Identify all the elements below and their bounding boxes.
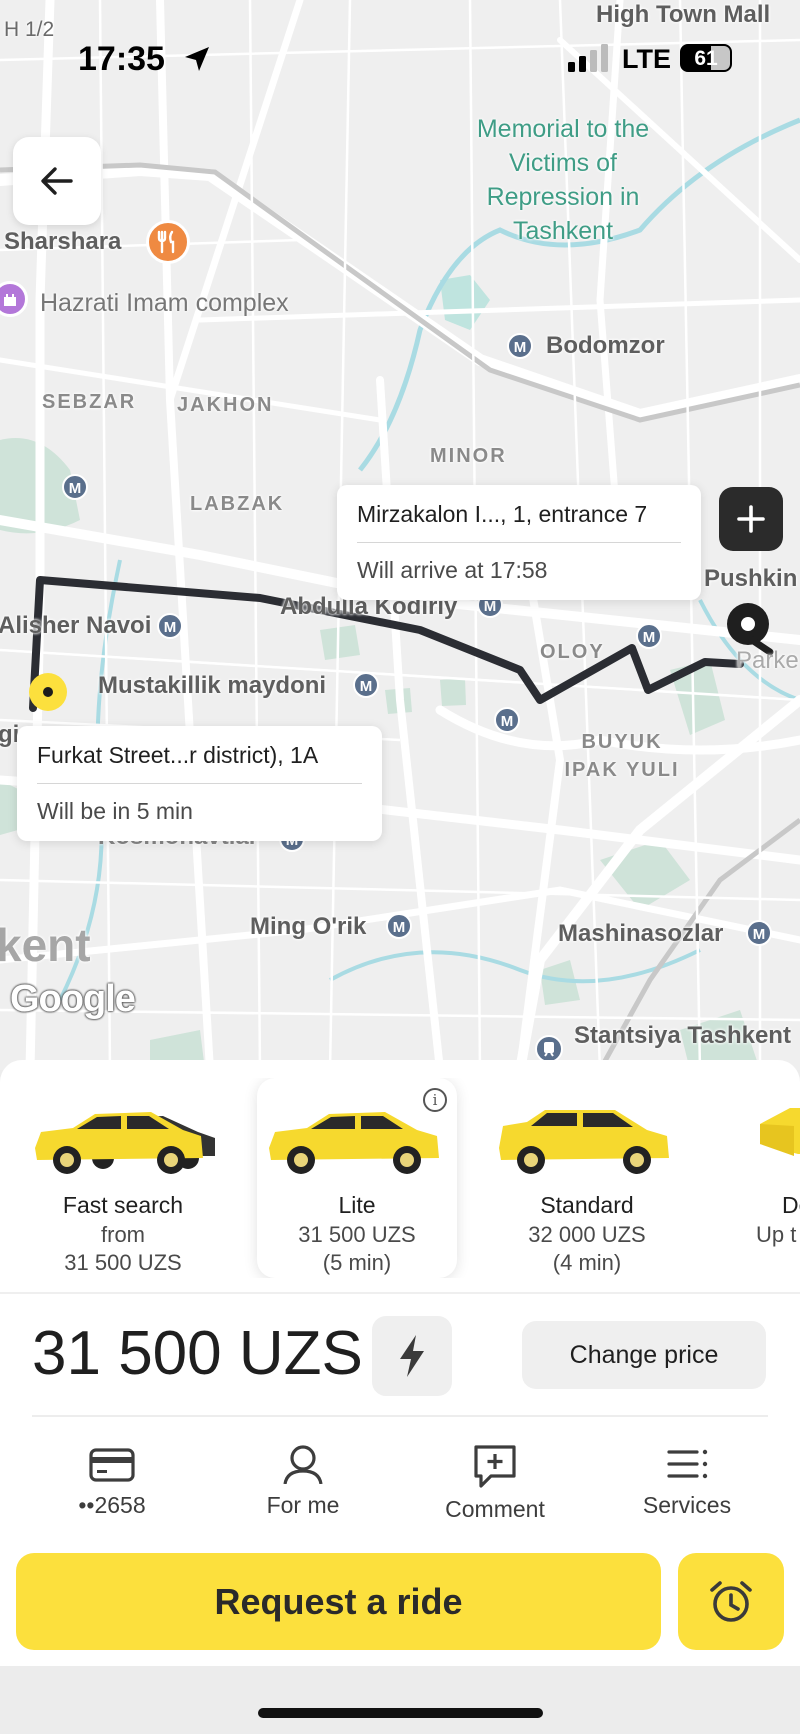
map-label: BUYUK IPAK YULI bbox=[564, 731, 680, 781]
map-label: Mashinasozlar bbox=[558, 920, 724, 947]
list-menu-icon bbox=[667, 1449, 708, 1479]
credit-card-icon bbox=[89, 1448, 135, 1482]
tariff-card-standard[interactable]: Standard 32 000 UZS (4 min) bbox=[487, 1078, 687, 1278]
tariff-price: Up t bbox=[756, 1221, 800, 1249]
ride-price: 31 500 UZS bbox=[32, 1319, 363, 1388]
map-label: SEBZAR bbox=[42, 391, 137, 413]
map-label: Hazrati Imam complex bbox=[40, 289, 289, 317]
arrow-left-icon bbox=[41, 167, 73, 195]
battery-icon: 61 bbox=[680, 44, 732, 72]
map-label: Parke bbox=[736, 647, 799, 674]
surge-button[interactable] bbox=[372, 1316, 452, 1396]
map-label: MINOR bbox=[430, 445, 507, 467]
lightning-icon bbox=[400, 1335, 424, 1377]
car-fleet-icon bbox=[35, 1112, 215, 1174]
tariff-price-line2: 31 500 UZS bbox=[64, 1250, 182, 1275]
change-price-button[interactable]: Change price bbox=[522, 1321, 766, 1389]
add-stop-button[interactable] bbox=[719, 487, 783, 551]
map-label: Ming O'rik bbox=[250, 913, 367, 940]
map-label: Alisher Navoi bbox=[0, 612, 152, 639]
for-me-label: For me bbox=[266, 1492, 340, 1518]
map-view[interactable]: H 1/2 High Town Mall Memorial to the Vic… bbox=[0, 0, 800, 1070]
tariff-name: Lite bbox=[338, 1192, 376, 1218]
status-time: 17:35 bbox=[78, 40, 165, 78]
metro-icon[interactable]: M bbox=[636, 623, 662, 649]
location-arrow-icon bbox=[185, 47, 209, 71]
metro-icon[interactable]: M bbox=[494, 707, 520, 733]
tariff-price-line2: (5 min) bbox=[322, 1250, 392, 1275]
map-label: Bodomzor bbox=[546, 332, 665, 359]
tariff-price: 31 500 UZS (5 min) bbox=[257, 1221, 457, 1277]
plus-icon bbox=[737, 505, 765, 533]
metro-icon[interactable]: M bbox=[62, 474, 88, 500]
alarm-clock-icon bbox=[710, 1580, 752, 1622]
map-label-memorial: Memorial to the Victims of Repression in… bbox=[476, 115, 650, 245]
schedule-ride-button[interactable] bbox=[678, 1553, 784, 1650]
metro-icon[interactable]: M bbox=[157, 613, 183, 639]
tariff-price-line2: (4 min) bbox=[552, 1250, 622, 1275]
tariff-price-line1: from bbox=[101, 1222, 145, 1247]
map-label: LABZAK bbox=[190, 493, 285, 515]
metro-icon[interactable]: M bbox=[353, 672, 379, 698]
order-sheet: Fast search from 31 500 UZS i Lite 31 500… bbox=[0, 1060, 800, 1666]
map-label: OLOY bbox=[540, 641, 605, 663]
metro-icon[interactable]: M bbox=[507, 333, 533, 359]
for-me-button[interactable]: For me bbox=[223, 1444, 383, 1519]
divider bbox=[32, 1415, 768, 1417]
tariff-name: Fast search bbox=[62, 1192, 184, 1218]
metro-icon[interactable]: M bbox=[386, 913, 412, 939]
home-indicator[interactable] bbox=[258, 1708, 543, 1718]
tariff-name: Standard bbox=[540, 1192, 634, 1218]
comment-add-icon bbox=[474, 1445, 516, 1488]
car-lite-icon bbox=[269, 1112, 439, 1174]
tariff-card-lite[interactable]: i Lite 31 500 UZS (5 min) bbox=[257, 1078, 457, 1278]
comment-label: Comment bbox=[445, 1496, 545, 1522]
network-type: LTE bbox=[622, 44, 671, 74]
map-label: Mustakillik maydoni bbox=[98, 672, 327, 699]
comment-button[interactable]: Comment bbox=[415, 1444, 575, 1523]
app-screen: H 1/2 High Town Mall Memorial to the Vic… bbox=[0, 0, 800, 1734]
box-icon bbox=[760, 1108, 800, 1156]
services-label: Services bbox=[642, 1492, 732, 1518]
tariff-price: 32 000 UZS (4 min) bbox=[487, 1221, 687, 1277]
map-label: Pushkin bbox=[704, 565, 798, 592]
map-label: JAKHON bbox=[177, 394, 274, 416]
google-attribution: Google bbox=[10, 978, 136, 1020]
car-standard-icon bbox=[499, 1110, 669, 1174]
tariff-carousel[interactable]: Fast search from 31 500 UZS i Lite 31 500… bbox=[0, 1078, 800, 1278]
services-button[interactable]: Services bbox=[607, 1444, 767, 1519]
tariff-card-delivery[interactable]: De Up t bbox=[700, 1078, 800, 1278]
restaurant-icon[interactable] bbox=[146, 220, 190, 264]
tariff-price-line1: 32 000 UZS bbox=[528, 1222, 646, 1247]
destination-address: Mirzakalon I..., 1, entrance 7 bbox=[357, 485, 681, 543]
payment-method-button[interactable]: ••2658 bbox=[32, 1444, 192, 1519]
tariff-card-fast-search[interactable]: Fast search from 31 500 UZS bbox=[23, 1078, 223, 1278]
back-button[interactable] bbox=[13, 137, 101, 225]
status-bar: 17:35 LTE 61 bbox=[0, 0, 800, 110]
pickup-callout[interactable]: Furkat Street...r district), 1A Will be … bbox=[17, 726, 382, 841]
battery-percent: 61 bbox=[694, 47, 718, 70]
tariff-price-line1: Up t bbox=[756, 1222, 797, 1247]
pickup-address: Furkat Street...r district), 1A bbox=[37, 726, 362, 784]
tariff-price: from 31 500 UZS bbox=[23, 1221, 223, 1277]
train-station-icon[interactable] bbox=[535, 1035, 563, 1063]
payment-label: ••2658 bbox=[78, 1492, 146, 1518]
metro-icon[interactable]: M bbox=[746, 920, 772, 946]
tariff-price-line1: 31 500 UZS bbox=[298, 1222, 416, 1247]
map-label: Sharshara bbox=[4, 228, 122, 255]
divider bbox=[0, 1292, 800, 1294]
tariff-name: De bbox=[782, 1192, 800, 1218]
pickup-eta: Will be in 5 min bbox=[37, 798, 193, 824]
destination-callout[interactable]: Mirzakalon I..., 1, entrance 7 Will arri… bbox=[337, 485, 701, 600]
destination-eta: Will arrive at 17:58 bbox=[357, 557, 548, 583]
map-label: Stantsiya Tashkent bbox=[574, 1022, 791, 1049]
person-icon bbox=[283, 1445, 323, 1484]
cellular-signal-icon bbox=[568, 44, 608, 72]
request-ride-button[interactable]: Request a ride bbox=[16, 1553, 661, 1650]
map-label-city: kent bbox=[0, 919, 91, 971]
